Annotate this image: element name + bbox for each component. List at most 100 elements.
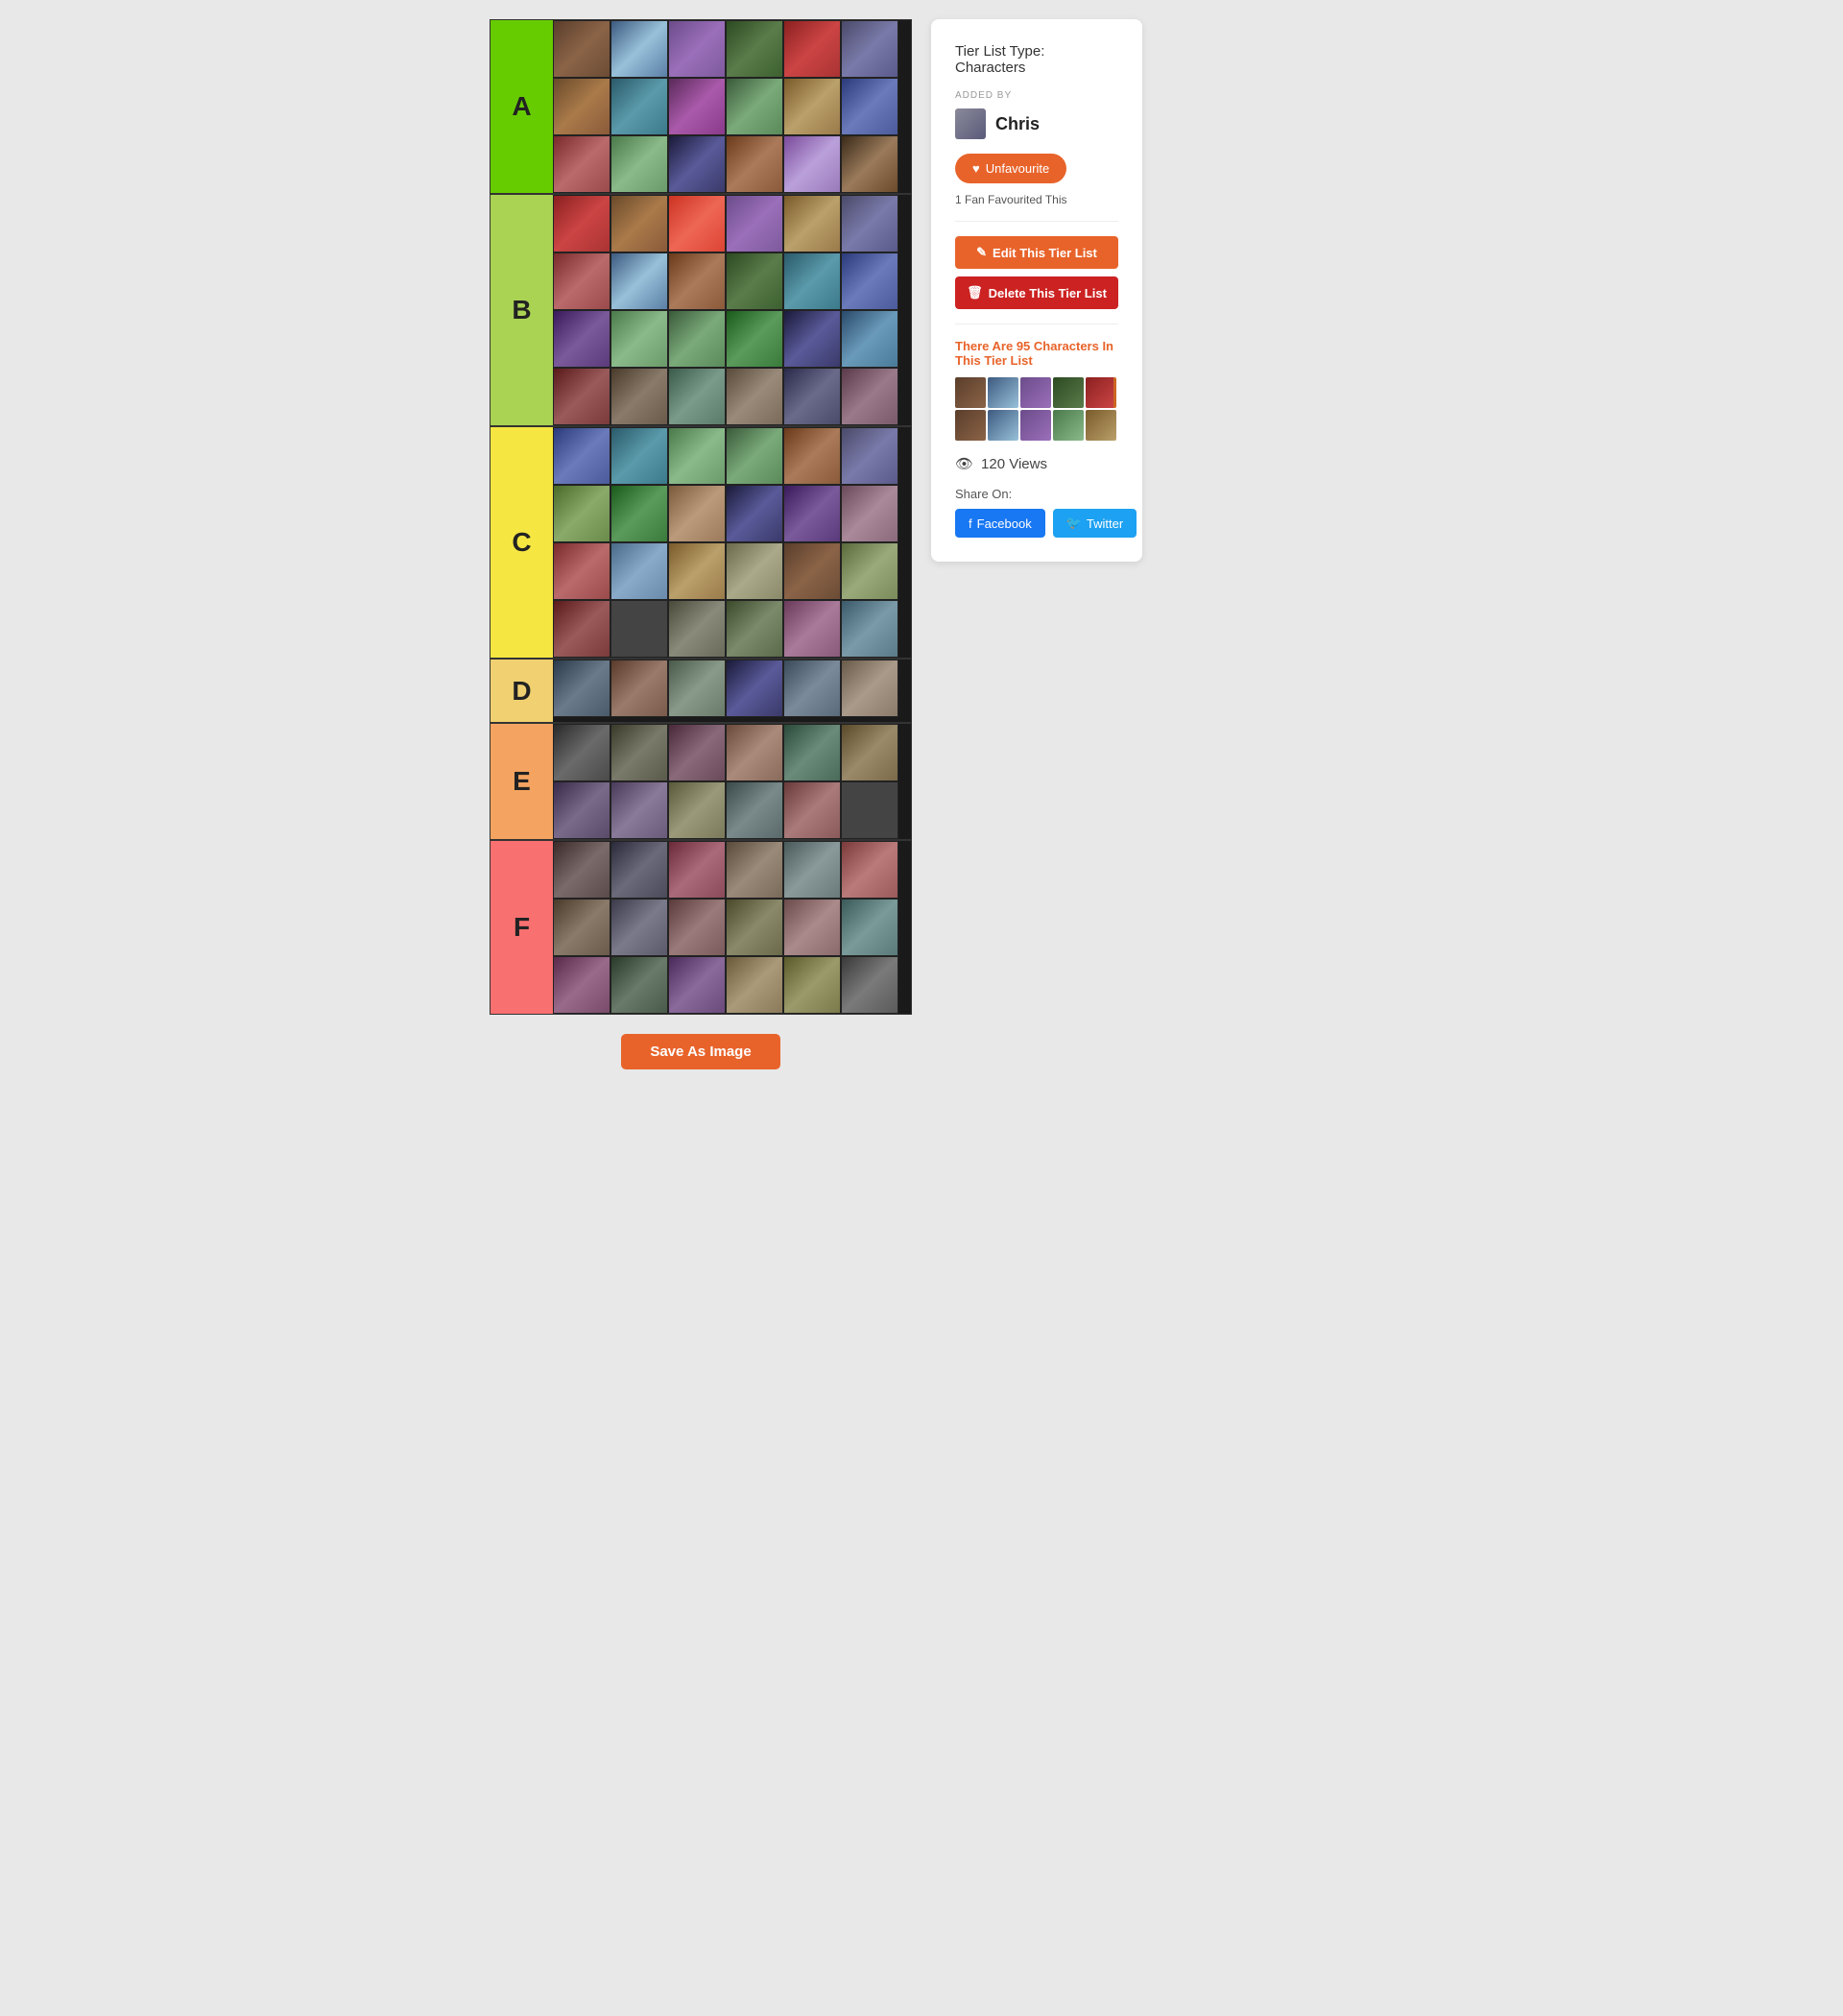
char-img[interactable] [553,20,610,78]
char-img[interactable] [841,781,898,839]
char-img[interactable] [726,899,783,956]
char-img[interactable] [610,368,668,425]
char-img[interactable] [610,841,668,899]
char-img[interactable] [610,252,668,310]
char-img[interactable] [668,427,726,485]
preview-img[interactable] [1086,377,1116,408]
char-img[interactable] [726,252,783,310]
char-img[interactable] [783,252,841,310]
char-img[interactable] [783,310,841,368]
char-img[interactable] [553,724,610,781]
delete-tier-list-button[interactable]: 🗑 Delete This Tier List [955,276,1118,309]
char-img[interactable] [841,310,898,368]
char-img[interactable] [841,78,898,135]
char-img[interactable] [553,899,610,956]
edit-tier-list-button[interactable]: ✎ Edit This Tier List [955,236,1118,269]
char-img[interactable] [783,427,841,485]
char-img[interactable] [668,660,726,717]
preview-img[interactable] [988,410,1018,441]
char-img[interactable] [841,195,898,252]
char-img[interactable] [841,724,898,781]
char-img[interactable] [668,135,726,193]
preview-img[interactable] [988,377,1018,408]
char-img[interactable] [668,368,726,425]
char-img[interactable] [553,135,610,193]
unfavourite-button[interactable]: ♥ Unfavourite [955,154,1066,183]
char-img[interactable] [553,781,610,839]
char-img[interactable] [841,600,898,658]
char-img[interactable] [668,956,726,1014]
char-img[interactable] [783,78,841,135]
char-img[interactable] [726,135,783,193]
char-img[interactable] [668,841,726,899]
char-img[interactable] [610,660,668,717]
char-img[interactable] [553,78,610,135]
char-img[interactable] [610,724,668,781]
char-img[interactable] [610,899,668,956]
char-img[interactable] [610,600,668,658]
char-img[interactable] [610,135,668,193]
char-img[interactable] [553,427,610,485]
char-img[interactable] [668,78,726,135]
char-img[interactable] [553,600,610,658]
char-img[interactable] [783,841,841,899]
char-img[interactable] [783,195,841,252]
char-img[interactable] [726,841,783,899]
preview-img[interactable] [1020,377,1051,408]
char-img[interactable] [553,956,610,1014]
char-img[interactable] [783,368,841,425]
char-img[interactable] [841,542,898,600]
char-img[interactable] [668,781,726,839]
char-img[interactable] [610,542,668,600]
char-img[interactable] [668,195,726,252]
char-img[interactable] [610,781,668,839]
char-img[interactable] [553,841,610,899]
char-img[interactable] [668,600,726,658]
char-img[interactable] [668,20,726,78]
char-img[interactable] [783,542,841,600]
twitter-share-button[interactable]: 🐦 Twitter [1053,509,1137,538]
preview-img[interactable] [1053,410,1084,441]
fans-link[interactable]: 1 Fan [955,193,985,206]
char-img[interactable] [726,427,783,485]
preview-img[interactable] [1053,377,1084,408]
char-img[interactable] [841,135,898,193]
char-img[interactable] [783,781,841,839]
char-img[interactable] [783,660,841,717]
char-img[interactable] [726,368,783,425]
char-img[interactable] [841,252,898,310]
char-img[interactable] [783,899,841,956]
char-img[interactable] [726,724,783,781]
char-img[interactable] [668,724,726,781]
char-img[interactable] [726,542,783,600]
preview-img[interactable] [1020,410,1051,441]
char-img[interactable] [841,368,898,425]
char-img[interactable] [610,427,668,485]
char-img[interactable] [726,310,783,368]
facebook-share-button[interactable]: f Facebook [955,509,1045,538]
char-img[interactable] [553,310,610,368]
char-img[interactable] [726,195,783,252]
char-img[interactable] [726,78,783,135]
char-img[interactable] [668,252,726,310]
char-img[interactable] [841,485,898,542]
char-img[interactable] [726,485,783,542]
char-img[interactable] [553,368,610,425]
char-img[interactable] [841,660,898,717]
char-img[interactable] [668,542,726,600]
char-img[interactable] [553,252,610,310]
char-img[interactable] [783,20,841,78]
char-img[interactable] [726,660,783,717]
char-img[interactable] [783,956,841,1014]
char-img[interactable] [610,195,668,252]
preview-img[interactable] [955,377,986,408]
char-img[interactable] [726,600,783,658]
char-img[interactable] [553,660,610,717]
char-img[interactable] [841,899,898,956]
char-img[interactable] [610,310,668,368]
char-img[interactable] [610,956,668,1014]
char-img[interactable] [841,841,898,899]
char-img[interactable] [783,485,841,542]
char-img[interactable] [610,485,668,542]
char-img[interactable] [841,956,898,1014]
